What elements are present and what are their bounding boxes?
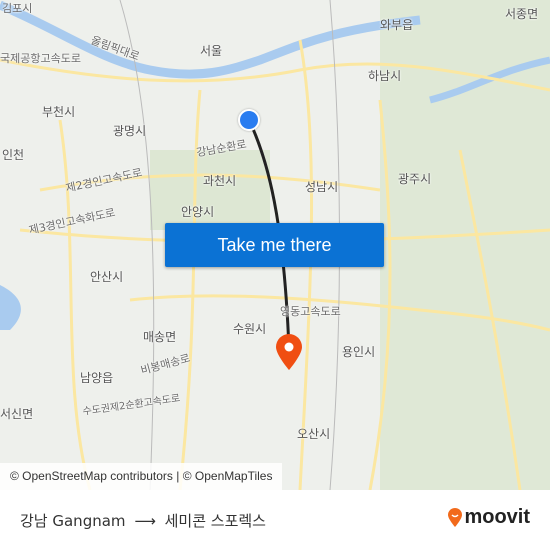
map-label: 서신면 [0,407,34,421]
map-label: 김포시 [2,2,33,15]
map-label: 광명시 [113,124,147,138]
map-label: 용인시 [342,345,376,359]
map-label: 하남시 [368,69,402,83]
map-label: 서종면 [505,7,539,21]
map-label: 와부읍 [380,18,414,32]
map-label: 안산시 [90,270,124,284]
origin-marker[interactable] [238,109,260,131]
map-label: 과천시 [203,174,237,188]
brand-name: moovit [464,506,530,528]
route-title: 강남 Gangnam ⟶ 세미콘 스포렉스 [20,510,266,531]
destination-pin-icon[interactable] [274,333,304,371]
map-label: 남양읍 [80,371,114,385]
map-label: 매송면 [143,330,177,344]
map-label: 부천시 [42,105,76,119]
map-label: 안양시 [181,205,215,219]
map-label: 서울 [200,44,223,58]
destination-name: 세미콘 스포렉스 [164,512,266,530]
map-label: 오산시 [297,427,331,441]
map-label: 성남시 [305,180,339,194]
map-label: 국제공항고속도로 [0,52,81,65]
origin-name: 강남 Gangnam [20,512,126,530]
map-label: 영동고속도로 [280,305,341,318]
map-label: 인천 [2,148,25,162]
map[interactable]: 김포시 서울 와부읍 서종면 국제공항고속도로 올림픽대로 하남시 부천시 광명… [0,0,550,490]
map-attribution[interactable]: © OpenStreetMap contributors | © OpenMap… [0,463,283,490]
footer: 강남 Gangnam ⟶ 세미콘 스포렉스 moovit [0,490,550,550]
take-me-there-button[interactable]: Take me there [165,223,384,267]
arrow-right-icon: ⟶ [134,512,156,530]
moovit-logo[interactable]: moovit [447,506,530,529]
moovit-pin-icon [448,507,463,527]
map-label: 수원시 [233,322,267,336]
map-label: 광주시 [398,172,432,186]
